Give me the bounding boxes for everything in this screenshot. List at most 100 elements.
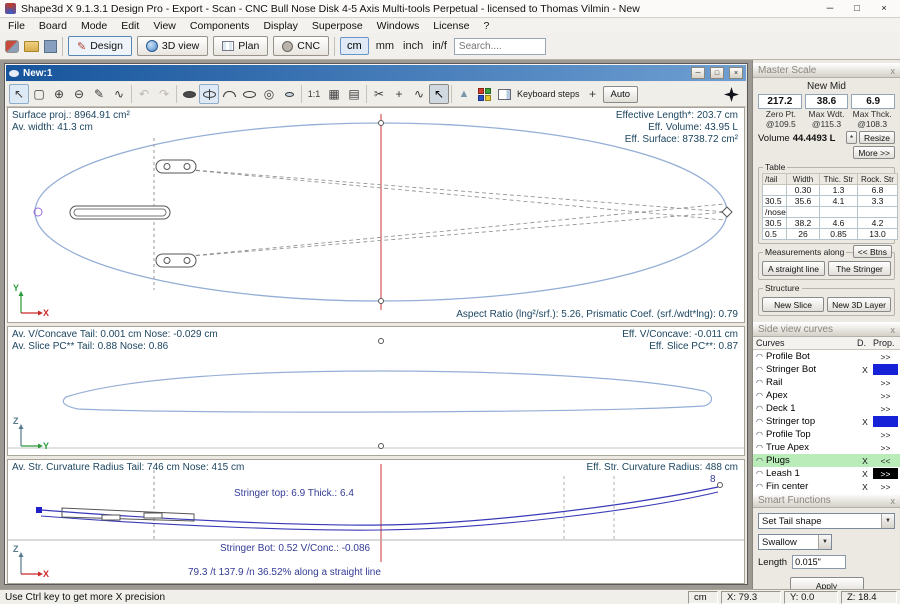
resize-button[interactable]: Resize — [859, 131, 895, 144]
curve-row[interactable]: ◠ True Apex >> — [753, 441, 900, 454]
menu-item[interactable]: Board — [32, 20, 74, 32]
close-panel-icon[interactable]: x — [891, 325, 896, 335]
curve-row[interactable]: ◠ Apex >> — [753, 389, 900, 402]
curve-display-toggle[interactable]: X — [857, 417, 873, 427]
slice-view-icon[interactable] — [199, 84, 219, 104]
nose-control-point[interactable] — [722, 207, 732, 217]
zoom-out-icon[interactable]: ⊖ — [69, 84, 89, 104]
curve-display-toggle[interactable]: X — [857, 469, 873, 479]
table-cell[interactable]: 30.5 — [763, 218, 787, 229]
chevron-down-icon[interactable]: ▼ — [881, 514, 894, 528]
select-point-tool-icon[interactable]: ↖ — [429, 84, 449, 104]
unit-inf-button[interactable]: in/f — [430, 40, 449, 52]
save-file-icon[interactable] — [44, 40, 57, 53]
table-cell[interactable]: 30.5 — [763, 196, 787, 207]
unit-cm-button[interactable]: cm — [340, 37, 369, 55]
scissors-icon[interactable]: ✂ — [369, 84, 389, 104]
curve-row[interactable]: ◠ Fin center X >> — [753, 480, 900, 493]
design-mode-button[interactable]: ✎ Design — [68, 36, 132, 56]
menu-item[interactable]: Windows — [370, 20, 427, 32]
nose-control-point[interactable] — [718, 483, 723, 488]
menu-item[interactable]: Superpose — [305, 20, 370, 32]
plan-button[interactable]: Plan — [213, 36, 268, 56]
curve-tool-icon[interactable]: ∿ — [409, 84, 429, 104]
curve-display-toggle[interactable]: X — [857, 365, 873, 375]
control-point[interactable] — [379, 299, 384, 304]
color-palette-icon[interactable] — [474, 84, 494, 104]
table-cell[interactable] — [787, 207, 820, 218]
crosshair-icon[interactable]: + — [389, 84, 409, 104]
profile-view-icon[interactable] — [219, 84, 239, 104]
curve-row[interactable]: ◠ Rail >> — [753, 376, 900, 389]
lasso-tool-icon[interactable]: ∿ — [109, 84, 129, 104]
side-view-curves-header[interactable]: Side view curves x — [753, 322, 900, 337]
new-3d-layer-button[interactable]: New 3D Layer — [827, 297, 891, 312]
curve-row[interactable]: ◠ Leash 1 X >> — [753, 467, 900, 480]
unit-mm-button[interactable]: mm — [374, 40, 396, 52]
undo-icon[interactable]: ↶ — [134, 84, 154, 104]
pen-tool-icon[interactable]: ✎ — [89, 84, 109, 104]
curve-prop-control[interactable]: >> — [873, 442, 898, 453]
table-cell[interactable]: 38.2 — [787, 218, 820, 229]
table-cell[interactable]: 13.0 — [858, 229, 898, 240]
curve-prop-control[interactable] — [873, 416, 898, 427]
new-slice-button[interactable]: New Slice — [762, 297, 824, 312]
outline-view-panel[interactable]: Surface proj.: 8964.91 cm² Av. width: 41… — [7, 107, 745, 323]
curve-prop-control[interactable]: >> — [873, 429, 898, 440]
tail-control-point[interactable] — [36, 507, 42, 513]
curve-display-toggle[interactable]: X — [857, 482, 873, 492]
table-cell[interactable]: 26 — [787, 229, 820, 240]
close-button[interactable]: × — [873, 1, 895, 17]
table-cell[interactable]: 4.6 — [820, 218, 858, 229]
length-field[interactable]: 217.2 — [758, 94, 802, 109]
3d-view-button[interactable]: 3D view — [137, 36, 208, 56]
btns-toggle-button[interactable]: << Btns — [853, 245, 892, 258]
outline-view-icon[interactable] — [179, 84, 199, 104]
rendering-icon[interactable]: ▲ — [454, 84, 474, 104]
curve-display-toggle[interactable]: X — [857, 456, 873, 466]
menu-item[interactable]: Edit — [114, 20, 146, 32]
table-cell[interactable]: 3.3 — [858, 196, 898, 207]
menu-item[interactable]: ? — [476, 20, 496, 32]
table-cell[interactable] — [763, 185, 787, 196]
table-cell[interactable] — [820, 207, 858, 218]
curve-row[interactable]: ◠ Stringer top X — [753, 415, 900, 428]
menu-item[interactable]: Components — [183, 20, 257, 32]
menu-item[interactable]: File — [1, 20, 32, 32]
search-input[interactable] — [454, 38, 546, 55]
doc-minimize-button[interactable]: ─ — [691, 67, 705, 79]
straight-line-button[interactable]: A straight line — [762, 261, 825, 276]
table-cell[interactable]: 4.2 — [858, 218, 898, 229]
menu-item[interactable]: Display — [256, 20, 304, 32]
table-cell[interactable]: /nose — [763, 207, 787, 218]
cnc-button[interactable]: CNC — [273, 36, 329, 56]
doc-restore-button[interactable]: □ — [710, 67, 724, 79]
length-input[interactable] — [792, 555, 846, 569]
apply-button[interactable]: Apply — [790, 577, 864, 589]
doc-close-button[interactable]: × — [729, 67, 743, 79]
curve-row[interactable]: ◠ Profile Top >> — [753, 428, 900, 441]
curve-row[interactable]: ◠ Deck 1 >> — [753, 402, 900, 415]
table-cell[interactable]: 0.5 — [763, 229, 787, 240]
profile-view-panel[interactable]: Av. V/Concave Tail: 0.001 cm Nose: -0.02… — [7, 326, 745, 456]
table-cell[interactable]: 4.1 — [820, 196, 858, 207]
stringer-view-panel[interactable]: Av. Str. Curvature Radius Tail: 746 cm N… — [7, 459, 745, 584]
close-panel-icon[interactable]: x — [891, 496, 896, 506]
tail-shape-select[interactable]: Swallow ▼ — [758, 534, 832, 550]
curve-prop-control[interactable]: >> — [873, 377, 898, 388]
control-point[interactable] — [379, 339, 384, 344]
move-cross-icon[interactable]: + — [583, 84, 603, 104]
new-board-icon[interactable] — [5, 40, 19, 53]
minimize-button[interactable]: ─ — [819, 1, 841, 17]
unit-inch-button[interactable]: inch — [401, 40, 425, 52]
auto-steps-button[interactable]: Auto — [603, 86, 639, 103]
curve-prop-control[interactable]: >> — [873, 468, 898, 479]
one-to-one-zoom-icon[interactable]: 1:1 — [304, 84, 324, 104]
curve-prop-control[interactable]: >> — [873, 403, 898, 414]
table-cell[interactable]: 35.6 — [787, 196, 820, 207]
curve-prop-control[interactable]: >> — [873, 481, 898, 492]
menu-item[interactable]: Mode — [74, 20, 114, 32]
table-cell[interactable]: 0.30 — [787, 185, 820, 196]
compass-star-icon[interactable] — [724, 87, 739, 102]
table-cell[interactable]: 6.8 — [858, 185, 898, 196]
